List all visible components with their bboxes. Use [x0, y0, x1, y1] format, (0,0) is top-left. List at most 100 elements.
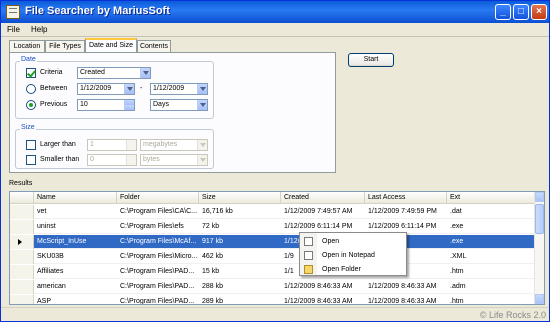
cell-size: 462 kb: [202, 253, 224, 260]
folder-icon: [304, 265, 313, 274]
cell-size: 289 kb: [202, 298, 224, 305]
column-header-created[interactable]: Created: [281, 192, 365, 204]
table-row[interactable]: uninst C:\Program Files\efs 72 kb 1/12/2009…: [10, 220, 536, 234]
cell-folder: C:\Program Files\PAD...: [120, 268, 195, 275]
menu-file[interactable]: File: [7, 25, 20, 34]
context-open-in-notepad[interactable]: Open in Notepad: [300, 249, 406, 262]
larger-than-unit-select[interactable]: megabytes: [140, 139, 208, 151]
previous-unit-value: Days: [153, 101, 169, 108]
tab-contents[interactable]: Contents: [137, 40, 171, 52]
maximize-button[interactable]: □: [513, 4, 529, 20]
between-from-value: 1/12/2009: [80, 85, 112, 92]
table-row[interactable]: SKU03B C:\Program Files\Micro... 462 kb 1/9…: [10, 250, 536, 264]
larger-than-value: 1: [90, 141, 94, 148]
larger-than-unit-value: megabytes: [143, 141, 178, 148]
between-to-date[interactable]: 1/12/2009: [150, 83, 208, 95]
scroll-down-icon[interactable]: [535, 294, 544, 304]
cell-name: american: [37, 283, 66, 290]
vertical-scrollbar[interactable]: [534, 192, 544, 304]
cell-ext: .exe: [450, 238, 464, 245]
scroll-thumb[interactable]: [535, 204, 544, 234]
table-row[interactable]: american C:\Program Files\PAD... 288 kb 1/1…: [10, 280, 536, 294]
previous-unit-select[interactable]: Days: [150, 99, 208, 111]
between-radio[interactable]: [26, 84, 36, 94]
scroll-up-icon[interactable]: [535, 192, 544, 202]
watermark: © Life Rocks 2.0: [479, 310, 546, 320]
context-open[interactable]: Open: [300, 235, 406, 248]
cell-ext: .exe: [450, 223, 464, 230]
cell-name: ASP: [37, 298, 52, 305]
previous-radio[interactable]: [26, 100, 36, 110]
between-from-date[interactable]: 1/12/2009: [77, 83, 135, 95]
smaller-than-checkbox[interactable]: [26, 155, 36, 165]
cell-name: Affiliates: [37, 268, 64, 275]
row-header[interactable]: [10, 280, 34, 294]
cell-folder: C:\Program Files\McAf...: [120, 238, 197, 245]
cell-folder: C:\Program Files\efs: [120, 223, 184, 230]
grid-header: Name Folder Size Created Last Access Ext: [10, 192, 536, 204]
cell-folder: C:\Program Files\CA\C...: [120, 208, 198, 215]
table-row[interactable]: vet C:\Program Files\CA\C... 16,716 kb 1/12…: [10, 205, 536, 219]
cell-size: 288 kb: [202, 283, 224, 290]
tab-location[interactable]: Location: [9, 40, 45, 52]
row-header[interactable]: [10, 295, 34, 304]
spin-down-icon: [126, 145, 136, 150]
close-button[interactable]: ×: [531, 4, 547, 20]
chevron-down-icon: [197, 155, 207, 165]
cell-name: uninst: [37, 223, 56, 230]
calendar-dropdown-icon: [197, 84, 207, 94]
table-row[interactable]: Affiliates C:\Program Files\PAD... 15 kb 1/…: [10, 265, 536, 279]
results-grid: Name Folder Size Created Last Access Ext…: [9, 191, 545, 305]
chevron-down-icon: [197, 100, 207, 110]
spin-down-icon[interactable]: [124, 105, 134, 110]
app-icon: [6, 5, 20, 19]
criteria-checkbox[interactable]: [26, 68, 36, 78]
cell-size: 917 kb: [202, 238, 224, 245]
column-header-name[interactable]: Name: [34, 192, 117, 204]
table-row[interactable]: McScript_InUse C:\Program Files\McAf... 91…: [10, 235, 536, 249]
previous-count-spinner[interactable]: 10: [77, 99, 135, 111]
between-to-value: 1/12/2009: [153, 85, 185, 92]
column-header-folder[interactable]: Folder: [117, 192, 199, 204]
smaller-than-value: 0: [90, 156, 94, 163]
context-open-folder-label: Open Folder: [322, 266, 361, 273]
context-open-folder[interactable]: Open Folder: [300, 263, 406, 276]
cell-ext: .XML: [450, 253, 467, 260]
between-label: Between: [40, 85, 68, 92]
row-header[interactable]: [10, 235, 34, 249]
row-header[interactable]: [10, 220, 34, 234]
row-header[interactable]: [10, 250, 34, 264]
larger-than-spinner[interactable]: 1: [87, 139, 137, 151]
row-header[interactable]: [10, 265, 34, 279]
cell-size: 16,716 kb: [202, 208, 233, 215]
column-header-ext[interactable]: Ext: [447, 192, 536, 204]
menu-help[interactable]: Help: [31, 25, 47, 34]
criteria-select[interactable]: Created: [77, 67, 151, 79]
table-row[interactable]: ASP C:\Program Files\PAD... 289 kb 1/12/200…: [10, 295, 536, 305]
spin-down-icon: [126, 160, 136, 165]
current-row-arrow-icon: [18, 239, 22, 245]
size-group-title: Size: [20, 124, 36, 131]
row-header[interactable]: [10, 205, 34, 219]
cell-size: 15 kb: [202, 268, 220, 275]
smaller-than-unit-select[interactable]: bytes: [140, 154, 208, 166]
status-bar: [1, 307, 549, 321]
cell-size: 72 kb: [202, 223, 220, 230]
column-header-last-access[interactable]: Last Access: [365, 192, 447, 204]
smaller-than-label: Smaller than: [40, 156, 80, 163]
smaller-than-spinner[interactable]: 0: [87, 154, 137, 166]
date-size-panel: Date Criteria Created Between 1/12/2009 …: [9, 52, 336, 173]
start-button[interactable]: Start: [348, 53, 394, 67]
size-group: Size Larger than 1 megabytes Smaller tha…: [15, 124, 214, 169]
notepad-icon: [304, 251, 313, 260]
larger-than-checkbox[interactable]: [26, 140, 36, 150]
tab-file-types[interactable]: File Types: [45, 40, 85, 52]
tab-date-and-size[interactable]: Date and Size: [85, 38, 137, 52]
title-bar[interactable]: File Searcher by MariusSoft _ □ ×: [1, 1, 549, 23]
criteria-value: Created: [80, 69, 105, 76]
minimize-button[interactable]: _: [495, 4, 511, 20]
cell-folder: C:\Program Files\PAD...: [120, 298, 195, 305]
criteria-label: Criteria: [40, 69, 63, 76]
cell-folder: C:\Program Files\PAD...: [120, 283, 195, 290]
column-header-size[interactable]: Size: [199, 192, 281, 204]
